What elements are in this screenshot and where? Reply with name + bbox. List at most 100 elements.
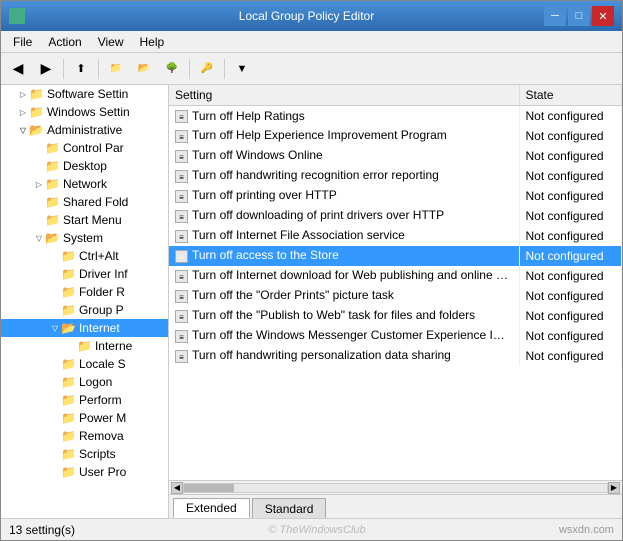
setting-icon-5: ≡ [175, 210, 188, 223]
state-cell-7: Not configured [519, 246, 622, 266]
arrow-remova: ▷ [49, 430, 61, 442]
folder-icon-userpro: 📁 [61, 465, 76, 479]
tree-item-locales[interactable]: ▷ 📁 Locale S [1, 355, 168, 373]
tree-item-userpro[interactable]: ▷ 📁 User Pro [1, 463, 168, 481]
setting-icon-7: ≡ [175, 250, 188, 263]
tree-item-shared[interactable]: ▷ 📁 Shared Fold [1, 193, 168, 211]
tree-item-network[interactable]: ▷ 📁 Network [1, 175, 168, 193]
close-button[interactable]: ✕ [592, 6, 614, 26]
tree-item-windows[interactable]: ▷ 📁 Windows Settin [1, 103, 168, 121]
table-row[interactable]: ≡Turn off Internet download for Web publ… [169, 266, 622, 286]
tree-item-groupp[interactable]: ▷ 📁 Group P [1, 301, 168, 319]
folder-icon-network: 📁 [45, 177, 60, 191]
folder-icon-driverinf: 📁 [61, 267, 76, 281]
tree-item-folderr[interactable]: ▷ 📁 Folder R [1, 283, 168, 301]
menu-help[interactable]: Help [132, 33, 173, 51]
setting-icon-0: ≡ [175, 110, 188, 123]
table-row[interactable]: ≡Turn off Help RatingsNot configured [169, 106, 622, 126]
tree-button[interactable]: 🌳 [159, 56, 185, 82]
tree-item-system[interactable]: ▽ 📂 System [1, 229, 168, 247]
key-button[interactable]: 🔑 [194, 56, 220, 82]
arrow-shared: ▷ [33, 196, 45, 208]
state-cell-4: Not configured [519, 186, 622, 206]
arrow-scripts: ▷ [49, 448, 61, 460]
tree-item-logon[interactable]: ▷ 📁 Logon [1, 373, 168, 391]
table-row[interactable]: ≡Turn off the "Publish to Web" task for … [169, 306, 622, 326]
setting-cell-3: ≡Turn off handwriting recognition error … [169, 166, 519, 186]
up-button[interactable]: ⬆ [68, 56, 94, 82]
table-row[interactable]: ≡Turn off Windows OnlineNot configured [169, 146, 622, 166]
tree-item-controlpanel[interactable]: ▷ 📁 Control Par [1, 139, 168, 157]
toolbar-sep-4 [224, 59, 225, 79]
folder-icon-folderr: 📁 [61, 285, 76, 299]
maximize-button[interactable]: □ [568, 6, 590, 26]
table-row[interactable]: ≡Turn off the Windows Messenger Customer… [169, 326, 622, 346]
table-row[interactable]: ≡Turn off Help Experience Improvement Pr… [169, 126, 622, 146]
table-row[interactable]: ≡Turn off downloading of print drivers o… [169, 206, 622, 226]
setting-icon-11: ≡ [175, 330, 188, 343]
setting-icon-3: ≡ [175, 170, 188, 183]
tree-item-perform[interactable]: ▷ 📁 Perform [1, 391, 168, 409]
status-count: 13 setting(s) [9, 523, 75, 537]
arrow-software: ▷ [17, 88, 29, 100]
table-row[interactable]: ≡Turn off access to the StoreNot configu… [169, 246, 622, 266]
scroll-right-btn[interactable]: ▶ [608, 482, 620, 494]
tree-item-administrative[interactable]: ▽ 📂 Administrative [1, 121, 168, 139]
show-hide-button[interactable]: 📁 [103, 56, 129, 82]
tree-item-ctrlalt[interactable]: ▷ 📁 Ctrl+Alt [1, 247, 168, 265]
h-scroll-track[interactable] [183, 483, 608, 493]
h-scrollbar[interactable]: ◀ ▶ [169, 480, 622, 494]
watermark: © TheWindowsClub [268, 524, 365, 536]
setting-cell-10: ≡Turn off the "Publish to Web" task for … [169, 306, 519, 326]
filter-button[interactable]: ▼ [229, 56, 255, 82]
tree-item-interne2[interactable]: ▷ 📁 Interne [1, 337, 168, 355]
menu-action[interactable]: Action [40, 33, 89, 51]
table-row[interactable]: ≡Turn off Internet File Association serv… [169, 226, 622, 246]
title-bar: Local Group Policy Editor ─ □ ✕ [1, 1, 622, 31]
menu-file[interactable]: File [5, 33, 40, 51]
tree-panel: ▷ 📁 Software Settin ▷ 📁 Windows Settin ▽… [1, 85, 169, 518]
back-button[interactable]: ◀ [5, 56, 31, 82]
tree-item-software[interactable]: ▷ 📁 Software Settin [1, 85, 168, 103]
setting-icon-12: ≡ [175, 350, 188, 363]
state-cell-5: Not configured [519, 206, 622, 226]
arrow-internet: ▽ [49, 322, 61, 334]
arrow-logon: ▷ [49, 376, 61, 388]
h-scroll-thumb[interactable] [184, 484, 234, 492]
arrow-powerm: ▷ [49, 412, 61, 424]
setting-icon-1: ≡ [175, 130, 188, 143]
arrow-network: ▷ [33, 178, 45, 190]
setting-icon-10: ≡ [175, 310, 188, 323]
folder-icon-software: 📁 [29, 87, 44, 101]
folder-icon-startmenu: 📁 [45, 213, 60, 227]
tree-item-startmenu[interactable]: ▷ 📁 Start Menu [1, 211, 168, 229]
tree-item-desktop[interactable]: ▷ 📁 Desktop [1, 157, 168, 175]
forward-button[interactable]: ▶ [33, 56, 59, 82]
folder-icon-scripts: 📁 [61, 447, 76, 461]
folder-button[interactable]: 📂 [131, 56, 157, 82]
setting-cell-8: ≡Turn off Internet download for Web publ… [169, 266, 519, 286]
state-cell-11: Not configured [519, 326, 622, 346]
minimize-button[interactable]: ─ [544, 6, 566, 26]
right-panel: Setting State ≡Turn off Help RatingsNot … [169, 85, 622, 518]
menu-view[interactable]: View [90, 33, 132, 51]
table-row[interactable]: ≡Turn off handwriting recognition error … [169, 166, 622, 186]
table-row[interactable]: ≡Turn off printing over HTTPNot configur… [169, 186, 622, 206]
folder-icon-remova: 📁 [61, 429, 76, 443]
tree-item-internet[interactable]: ▽ 📂 Internet [1, 319, 168, 337]
folder-icon-powerm: 📁 [61, 411, 76, 425]
scroll-left-btn[interactable]: ◀ [171, 482, 183, 494]
window-controls: ─ □ ✕ [544, 6, 614, 26]
arrow-locales: ▷ [49, 358, 61, 370]
table-row[interactable]: ≡Turn off the "Order Prints" picture tas… [169, 286, 622, 306]
tree-item-driverinf[interactable]: ▷ 📁 Driver Inf [1, 265, 168, 283]
tree-item-powerm[interactable]: ▷ 📁 Power M [1, 409, 168, 427]
table-row[interactable]: ≡Turn off handwriting personalization da… [169, 346, 622, 366]
tree-item-scripts[interactable]: ▷ 📁 Scripts [1, 445, 168, 463]
tree-item-remova[interactable]: ▷ 📁 Remova [1, 427, 168, 445]
settings-tbody: ≡Turn off Help RatingsNot configured≡Tur… [169, 106, 622, 366]
toolbar-sep-3 [189, 59, 190, 79]
tab-standard[interactable]: Standard [252, 498, 327, 518]
state-cell-8: Not configured [519, 266, 622, 286]
tab-extended[interactable]: Extended [173, 498, 250, 518]
